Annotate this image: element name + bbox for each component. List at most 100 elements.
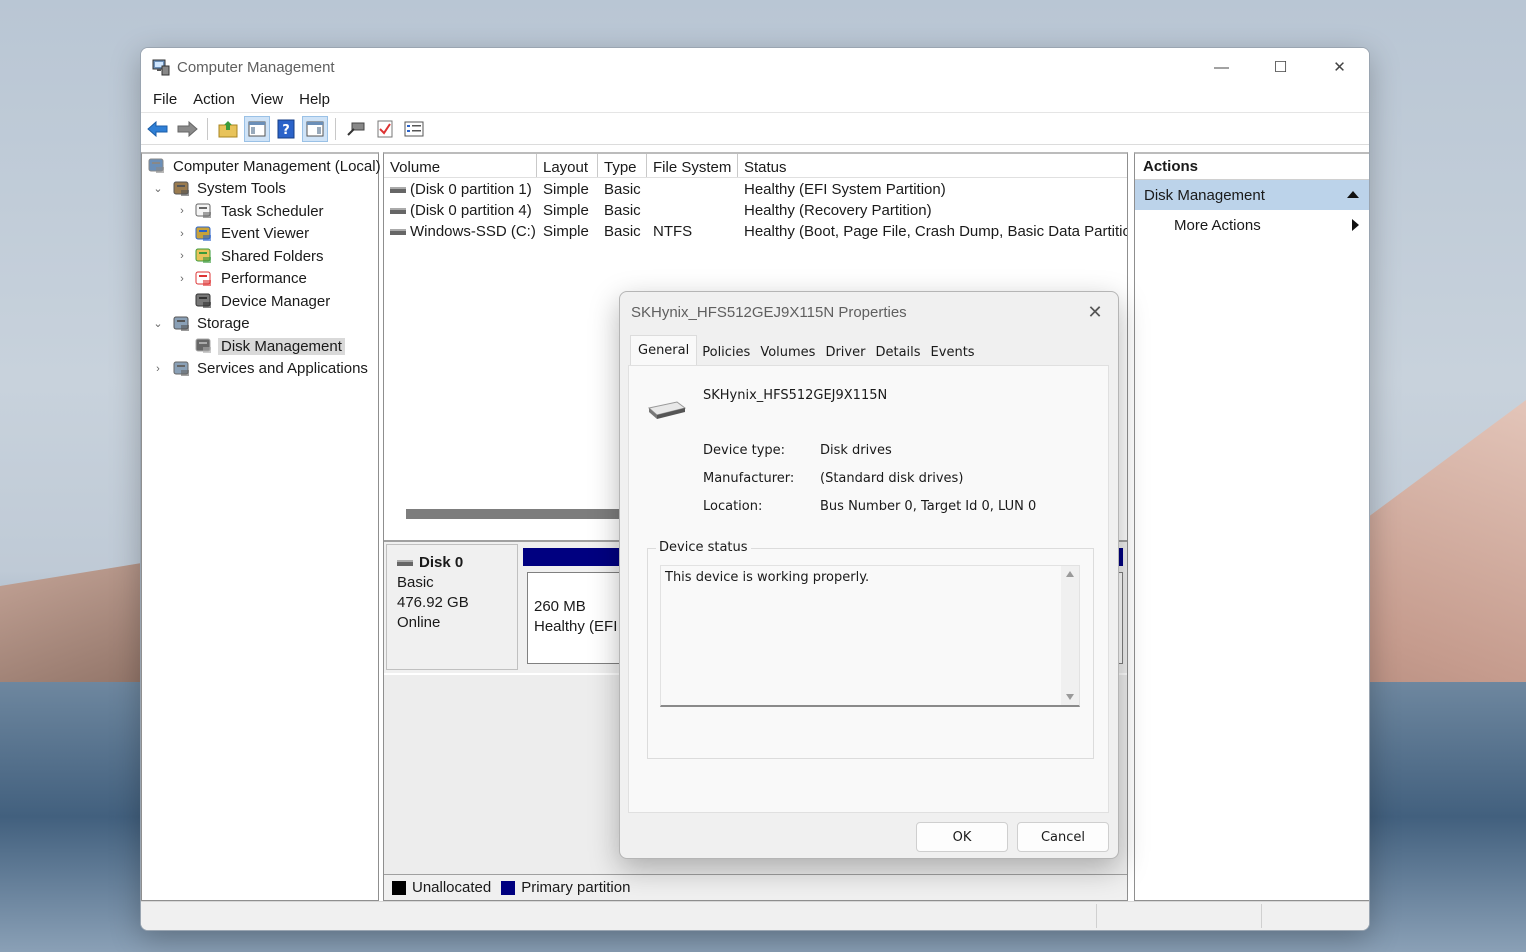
general-tab-panel: SKHynix_HFS512GEJ9X115N Device type: Dis… xyxy=(628,365,1109,813)
device-status-group: Device status This device is working pro… xyxy=(647,540,1094,759)
cancel-button[interactable]: Cancel xyxy=(1017,822,1109,852)
volume-name-cell: (Disk 0 partition 1) xyxy=(384,181,537,198)
collapse-up-icon[interactable] xyxy=(1347,191,1359,198)
status-cell: Healthy (Boot, Page File, Crash Dump, Ba… xyxy=(744,223,1127,240)
expand-chevron-right-icon[interactable]: › xyxy=(152,363,164,375)
tab-events[interactable]: Events xyxy=(926,339,980,365)
services-icon xyxy=(173,361,189,376)
expand-chevron-down-icon[interactable]: ⌄ xyxy=(152,182,164,195)
maximize-button[interactable]: ☐ xyxy=(1251,48,1310,86)
svg-text:?: ? xyxy=(282,123,290,138)
prop-manufacturer-label: Manufacturer: xyxy=(703,471,795,486)
device-name: SKHynix_HFS512GEJ9X115N xyxy=(703,388,888,403)
partition-legend: Unallocated Primary partition xyxy=(384,874,1127,900)
tree-item-services-and-applications[interactable]: › Services and Applications xyxy=(142,358,378,381)
forward-arrow-icon[interactable] xyxy=(174,116,200,142)
check-icon[interactable] xyxy=(372,116,398,142)
storage-icon xyxy=(173,316,189,331)
tree-item-system-tools[interactable]: ⌄ System Tools xyxy=(142,178,378,201)
tree-item-computer-management-local[interactable]: Computer Management (Local) xyxy=(142,155,381,178)
clock-icon xyxy=(195,203,211,219)
disk-name: Disk 0 xyxy=(419,554,464,571)
tab-general[interactable]: General xyxy=(630,335,698,365)
expand-chevron-right-icon[interactable]: › xyxy=(176,228,188,240)
volume-list-header: Volume Layout Type File System Status xyxy=(384,154,1127,178)
tree-item-task-scheduler[interactable]: › Task Scheduler xyxy=(142,200,378,223)
menu-file[interactable]: File xyxy=(145,91,185,108)
legend-unallocated: Unallocated xyxy=(412,879,492,896)
device-status-textbox[interactable]: This device is working properly. xyxy=(660,565,1080,707)
disk-drive-icon xyxy=(647,401,687,419)
volume-row[interactable]: (Disk 0 partition 4) Simple Basic Healthy (… xyxy=(384,200,1127,221)
prop-location-label: Location: xyxy=(703,499,763,514)
expand-chevron-right-icon[interactable]: › xyxy=(176,205,188,217)
scrollbar-thumb[interactable] xyxy=(406,509,646,519)
volume-icon xyxy=(390,207,406,214)
tab-details[interactable]: Details xyxy=(870,339,925,365)
actions-section-disk-management[interactable]: Disk Management xyxy=(1135,180,1369,210)
tree-item-disk-management[interactable]: Disk Management xyxy=(142,335,378,358)
expand-chevron-right-icon[interactable]: › xyxy=(176,273,188,285)
volume-icon xyxy=(390,228,406,235)
up-folder-icon[interactable] xyxy=(215,116,241,142)
prop-location-value: Bus Number 0, Target Id 0, LUN 0 xyxy=(820,499,1037,514)
prop-device-type-label: Device type: xyxy=(703,443,786,458)
properties-icon[interactable] xyxy=(401,116,427,142)
primary-partition-swatch xyxy=(501,880,516,895)
tools-icon xyxy=(173,181,189,196)
submenu-arrow-icon xyxy=(1352,219,1359,231)
column-volume[interactable]: Volume xyxy=(384,154,537,177)
close-button[interactable]: ✕ xyxy=(1310,48,1369,86)
menu-action[interactable]: Action xyxy=(185,91,243,108)
back-arrow-icon[interactable] xyxy=(145,116,171,142)
tree-item-label: Task Scheduler xyxy=(221,202,324,220)
event-viewer-icon xyxy=(195,226,211,241)
tree-item-device-manager[interactable]: Device Manager xyxy=(142,290,378,313)
tree-item-event-viewer[interactable]: › Event Viewer xyxy=(142,223,378,246)
status-scrollbar[interactable] xyxy=(1061,566,1079,705)
unallocated-swatch xyxy=(392,880,406,895)
computer-management-icon xyxy=(152,59,170,76)
volume-row[interactable]: Windows-SSD (C:) Simple Basic NTFS Healthy (… xyxy=(384,221,1127,242)
column-status[interactable]: Status xyxy=(738,154,1127,177)
tree-item-performance[interactable]: › Performance xyxy=(142,268,378,291)
show-hide-tree-icon[interactable] xyxy=(244,115,270,142)
column-type[interactable]: Type xyxy=(598,154,647,177)
toolbar: ? xyxy=(141,113,1369,145)
column-file-system[interactable]: File System xyxy=(647,154,738,177)
menu-view[interactable]: View xyxy=(243,91,291,108)
tab-policies[interactable]: Policies xyxy=(697,339,755,365)
scroll-down-icon[interactable] xyxy=(1066,694,1074,700)
title-bar: Computer Management — ☐ ✕ xyxy=(141,48,1369,86)
tree-item-shared-folders[interactable]: › Shared Folders xyxy=(142,245,378,268)
toolbar-separator xyxy=(207,117,208,140)
scroll-up-icon[interactable] xyxy=(1066,571,1074,577)
ok-button[interactable]: OK xyxy=(916,822,1008,852)
actions-pane: Actions Disk Management More Actions xyxy=(1134,152,1369,901)
actions-header: Actions xyxy=(1135,154,1369,180)
tree-item-label: Shared Folders xyxy=(221,247,324,265)
tree-item-storage[interactable]: ⌄ Storage xyxy=(142,313,378,336)
minimize-button[interactable]: — xyxy=(1192,48,1251,86)
status-cell: Healthy (EFI System Partition) xyxy=(744,181,946,198)
expand-chevron-right-icon[interactable]: › xyxy=(176,250,188,262)
disk-0-info[interactable]: Disk 0 Basic 476.92 GB Online xyxy=(386,544,518,670)
volume-icon xyxy=(390,186,406,193)
volume-row[interactable]: (Disk 0 partition 1) Simple Basic Healthy (… xyxy=(384,179,1127,200)
legend-primary-partition: Primary partition xyxy=(521,879,631,896)
help-icon[interactable]: ? xyxy=(273,116,299,142)
dialog-close-button[interactable]: ✕ xyxy=(1080,298,1110,326)
expand-chevron-down-icon[interactable]: ⌄ xyxy=(152,317,164,330)
tab-driver[interactable]: Driver xyxy=(820,339,870,365)
show-hide-action-pane-icon[interactable] xyxy=(302,115,328,142)
tab-volumes[interactable]: Volumes xyxy=(755,339,820,365)
connect-icon[interactable] xyxy=(343,116,369,142)
menu-help[interactable]: Help xyxy=(291,91,338,108)
disk-state: Online xyxy=(397,614,441,631)
more-actions-item[interactable]: More Actions xyxy=(1135,210,1369,240)
prop-device-type-value: Disk drives xyxy=(820,443,892,458)
column-layout[interactable]: Layout xyxy=(537,154,598,177)
type-cell: Basic xyxy=(604,181,641,198)
layout-cell: Simple xyxy=(543,202,589,219)
disk-icon xyxy=(397,560,413,566)
